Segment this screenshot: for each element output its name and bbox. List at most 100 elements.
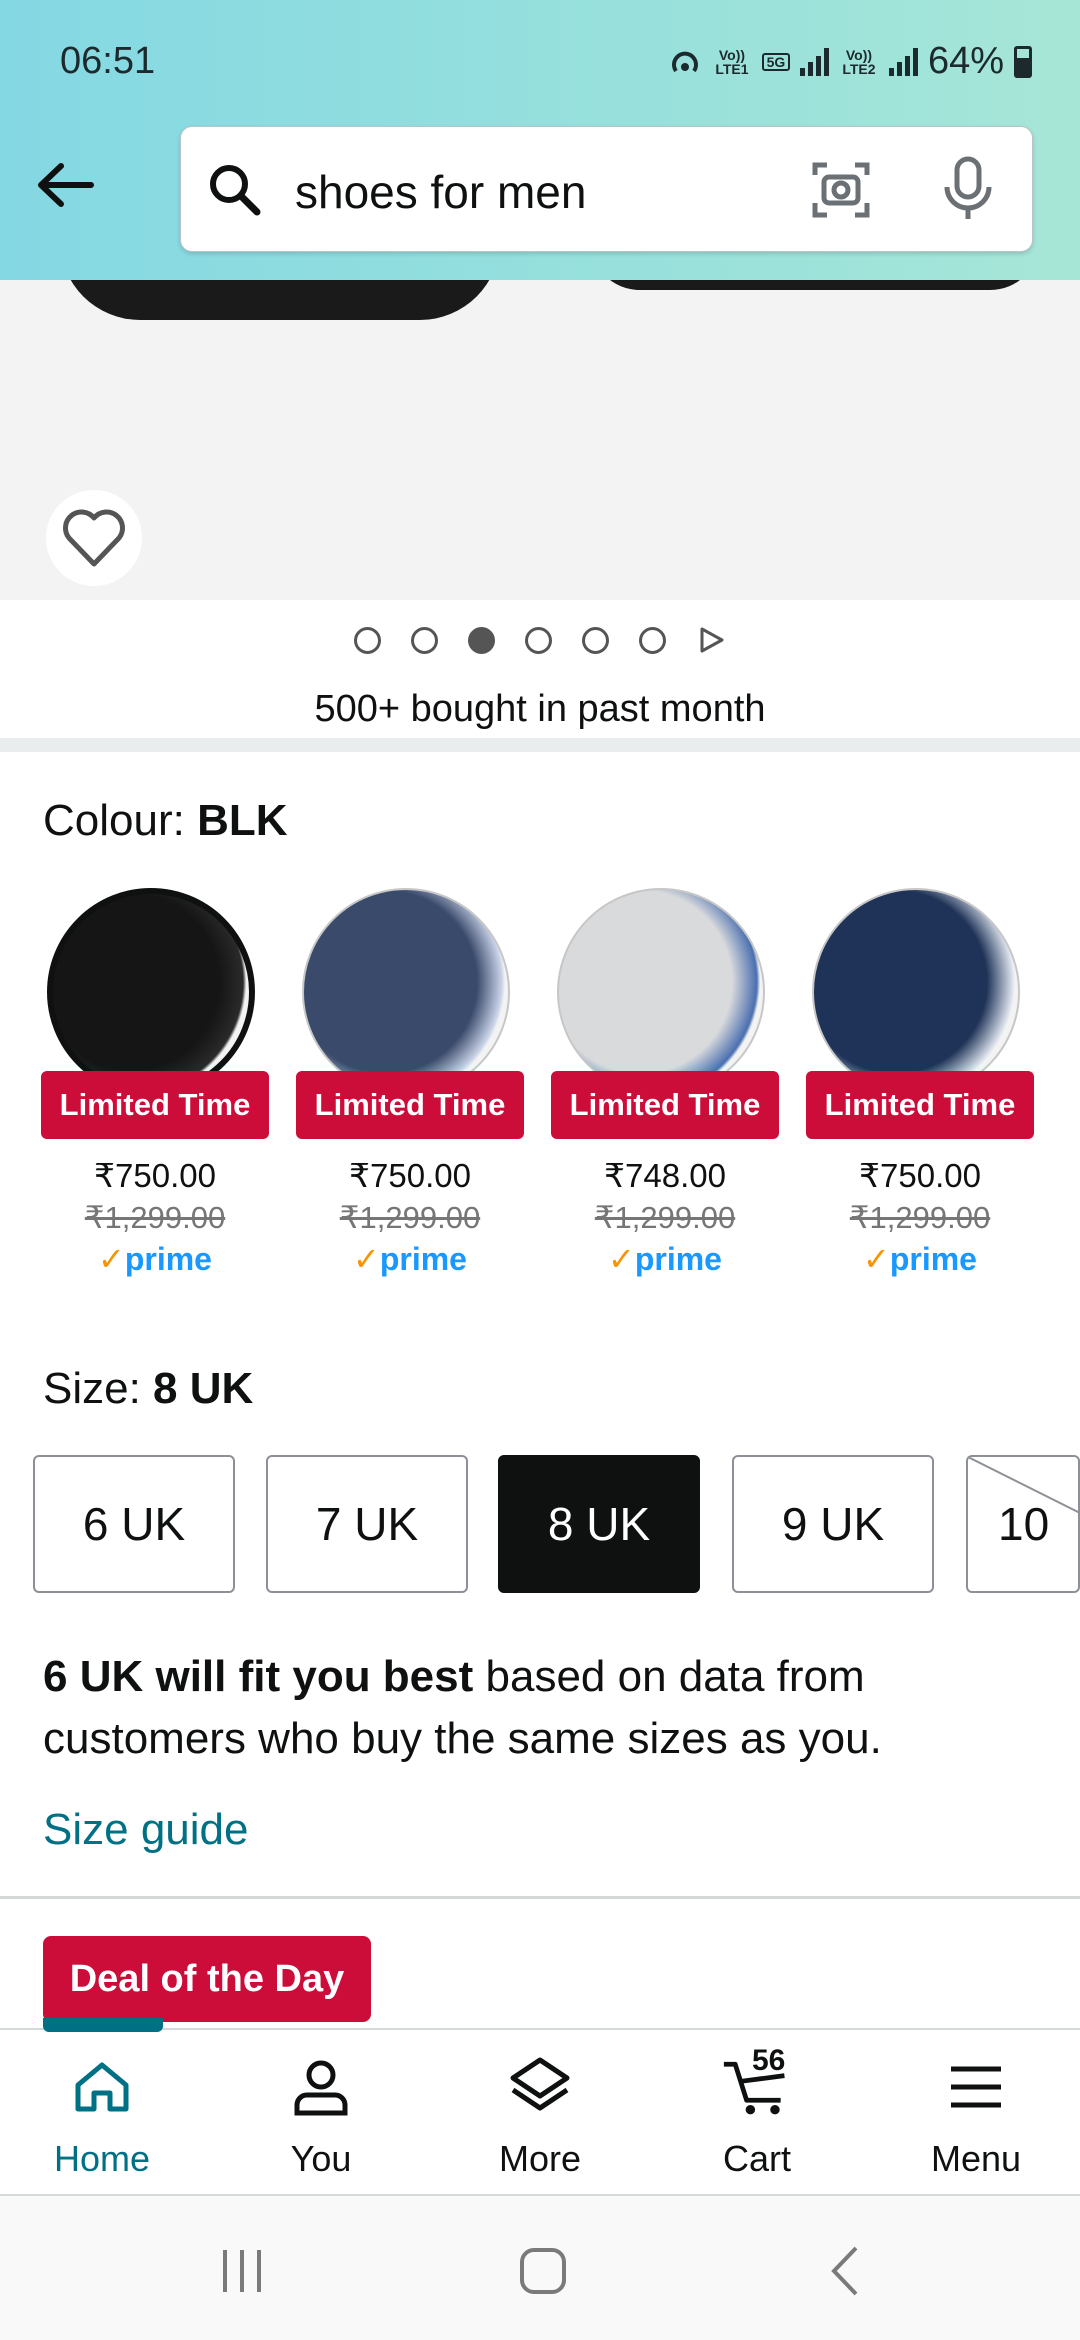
size-option-label: 9 UK <box>781 1498 885 1550</box>
nav-more-label: More <box>498 2138 582 2179</box>
hamburger-menu-icon <box>941 2052 1011 2122</box>
limited-time-badge: Limited Time <box>806 1071 1034 1139</box>
back-system-button[interactable] <box>806 2236 886 2306</box>
signal-icon-2 <box>888 47 918 76</box>
size-value: 8 UK <box>153 1364 254 1413</box>
unavailable-strike-icon <box>968 1457 1078 1514</box>
prime-label: prime <box>379 1241 467 1277</box>
swatch-mrp: ₹1,299.00 <box>594 1200 736 1235</box>
signal-icon-1 <box>799 47 829 76</box>
nav-you[interactable]: You <box>231 2052 411 2192</box>
bought-count: 500+ bought in past month <box>314 688 766 730</box>
recent-apps-icon <box>223 2250 261 2292</box>
nav-menu-label: Menu <box>930 2138 1022 2179</box>
fit-recommendation-bold: 6 UK will fit you best <box>43 1652 474 1701</box>
size-option[interactable]: 7 UK <box>266 1455 468 1593</box>
recent-apps-button[interactable] <box>202 2236 282 2306</box>
carousel-dot[interactable] <box>468 626 495 654</box>
system-navigation-bar <box>0 2196 1080 2340</box>
carousel-dot[interactable] <box>582 626 609 654</box>
shoe-thumbnail <box>47 888 255 1096</box>
battery-percent: 64% <box>927 40 1004 82</box>
fit-recommendation: 6 UK will fit you best based on data fro… <box>43 1646 1043 1770</box>
microphone-icon[interactable] <box>941 155 995 223</box>
nav-menu[interactable]: Menu <box>886 2052 1066 2192</box>
swatch-price: ₹748.00 <box>604 1157 726 1194</box>
sim2-label: Vo)) LTE2 <box>842 46 876 77</box>
nav-home[interactable]: Home <box>12 2052 192 2192</box>
carousel-dot[interactable] <box>354 626 381 654</box>
swatch-price: ₹750.00 <box>859 1157 981 1194</box>
prime-check-icon: ✓ <box>98 1241 125 1277</box>
colour-label-text: Colour: <box>43 796 198 845</box>
carousel-dot[interactable] <box>525 626 552 654</box>
prime-badge: ✓prime <box>800 1240 1040 1278</box>
size-option-label: 8 UK <box>547 1498 651 1550</box>
nav-cart-label: Cart <box>722 2138 791 2179</box>
person-icon <box>286 2052 356 2122</box>
wishlist-button[interactable] <box>46 490 142 586</box>
hotspot-icon <box>672 51 698 72</box>
size-option[interactable]: 9 UK <box>732 1455 934 1593</box>
colour-label: Colour: BLK <box>43 796 288 846</box>
product-image[interactable] <box>0 280 1080 600</box>
battery-icon <box>1014 45 1032 78</box>
prime-badge: ✓prime <box>35 1240 275 1278</box>
cart-icon: 56 <box>722 2044 792 2122</box>
camera-search-icon[interactable] <box>809 157 873 221</box>
search-icon <box>210 165 261 216</box>
size-option-label: 7 UK <box>315 1498 419 1550</box>
size-guide-link[interactable]: Size guide <box>43 1805 248 1855</box>
carousel-dot[interactable] <box>639 626 666 654</box>
prime-label: prime <box>889 1241 977 1277</box>
size-label: Size: 8 UK <box>43 1364 253 1414</box>
size-option[interactable]: 10 <box>966 1455 1080 1593</box>
shoe-thumbnail <box>557 888 765 1096</box>
back-chevron-icon <box>831 2246 858 2296</box>
active-nav-indicator <box>43 2018 163 2032</box>
nav-cart[interactable]: 56 Cart <box>667 2044 847 2192</box>
search-query: shoes for men <box>295 166 587 218</box>
prime-check-icon: ✓ <box>863 1241 890 1277</box>
status-time: 06:51 <box>60 40 156 82</box>
carousel-dots <box>0 620 1080 660</box>
play-video-icon[interactable] <box>696 625 726 655</box>
prime-label: prime <box>634 1241 722 1277</box>
home-icon <box>67 2052 137 2122</box>
shoe-thumbnail <box>302 888 510 1096</box>
colour-value: BLK <box>197 796 288 845</box>
size-label-text: Size: <box>43 1364 154 1413</box>
divider <box>0 1896 1080 1899</box>
nav-home-label: Home <box>53 2138 151 2179</box>
carousel-dot[interactable] <box>411 626 438 654</box>
limited-time-badge: Limited Time <box>296 1071 524 1139</box>
heart-icon <box>63 509 125 567</box>
prime-check-icon: ✓ <box>608 1241 635 1277</box>
home-square-icon <box>520 2248 566 2294</box>
section-divider <box>0 738 1080 752</box>
back-button[interactable] <box>30 150 100 220</box>
swatch-price: ₹750.00 <box>349 1157 471 1194</box>
product-shoe-left <box>60 280 500 320</box>
swatch-price: ₹750.00 <box>94 1157 216 1194</box>
header: 06:51 Vo)) LTE1 5G Vo)) LTE2 64% shoes f… <box>0 0 1080 280</box>
swatch-mrp: ₹1,299.00 <box>84 1200 226 1235</box>
deal-of-the-day-badge: Deal of the Day <box>43 1936 371 2022</box>
size-option-label: 6 UK <box>82 1498 186 1550</box>
search-input[interactable]: shoes for men <box>180 126 1033 252</box>
prime-label: prime <box>124 1241 212 1277</box>
size-option[interactable]: 6 UK <box>33 1455 235 1593</box>
shoe-thumbnail <box>812 888 1020 1096</box>
status-bar: 06:51 Vo)) LTE1 5G Vo)) LTE2 64% <box>0 0 1080 120</box>
cart-count-badge: 56 <box>752 2044 786 2077</box>
bottom-nav: Home You More 56 Cart Menu <box>0 2018 1080 2196</box>
home-system-button[interactable] <box>503 2236 583 2306</box>
prime-badge: ✓prime <box>290 1240 530 1278</box>
size-option[interactable]: 8 UK <box>498 1455 700 1593</box>
nav-more[interactable]: More <box>450 2052 630 2192</box>
back-arrow-icon <box>38 163 94 207</box>
product-shoe-right <box>590 280 1040 290</box>
nav-you-label: You <box>290 2138 352 2179</box>
limited-time-badge: Limited Time <box>41 1071 269 1139</box>
prime-check-icon: ✓ <box>353 1241 380 1277</box>
